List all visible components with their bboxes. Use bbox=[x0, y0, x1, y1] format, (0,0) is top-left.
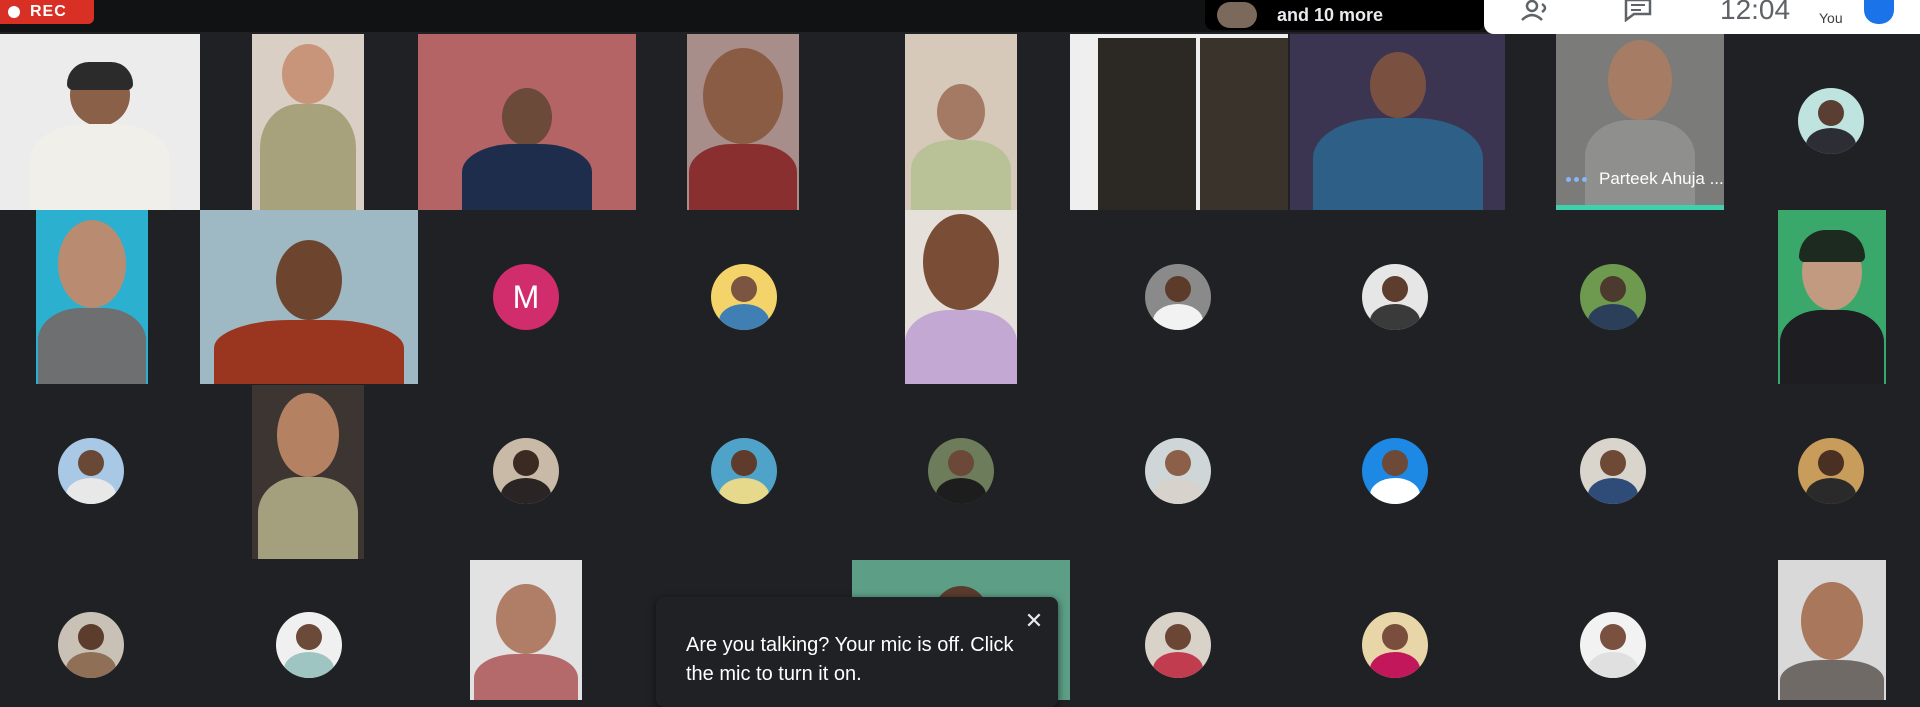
bookshelf bbox=[1098, 38, 1196, 210]
participant-video-tile[interactable] bbox=[1778, 210, 1886, 384]
participant-avatar[interactable] bbox=[58, 438, 124, 504]
bookshelf bbox=[1200, 38, 1288, 210]
participant-name: Parteek Ahuja ... bbox=[1599, 169, 1724, 188]
participant-avatar[interactable] bbox=[1145, 264, 1211, 330]
participant-video-tile[interactable] bbox=[36, 210, 148, 384]
participant-video bbox=[472, 584, 580, 700]
participant-avatar[interactable] bbox=[276, 612, 342, 678]
participant-video-tile[interactable] bbox=[687, 34, 799, 210]
participant-video bbox=[905, 214, 1017, 384]
participant-video bbox=[1312, 52, 1483, 210]
participant-video-tile[interactable]: Parteek Ahuja ... bbox=[1556, 34, 1724, 210]
participant-avatar[interactable] bbox=[1362, 612, 1428, 678]
participant-video-tile[interactable] bbox=[470, 560, 582, 700]
avatar bbox=[1217, 2, 1257, 28]
speaking-indicator-bar bbox=[1556, 205, 1724, 210]
participant-avatar[interactable] bbox=[1798, 88, 1864, 154]
participant-avatar[interactable] bbox=[1145, 612, 1211, 678]
recording-dot-icon bbox=[8, 6, 20, 18]
people-icon[interactable] bbox=[1518, 0, 1552, 22]
participant-avatar[interactable] bbox=[711, 264, 777, 330]
participant-avatar[interactable] bbox=[1362, 264, 1428, 330]
mic-off-notification: ✕ Are you talking? Your mic is off. Clic… bbox=[656, 597, 1058, 707]
participant-video bbox=[254, 393, 362, 559]
recording-badge: REC bbox=[0, 0, 94, 24]
participant-video-tile[interactable] bbox=[1778, 560, 1886, 700]
participant-video bbox=[258, 44, 358, 210]
participant-avatar[interactable] bbox=[928, 438, 994, 504]
participant-avatar[interactable] bbox=[711, 438, 777, 504]
participant-avatar[interactable] bbox=[1580, 612, 1646, 678]
participant-name-label: Parteek Ahuja ... bbox=[1556, 164, 1724, 194]
meeting-controls-panel: 12:04 You bbox=[1484, 0, 1920, 34]
participant-avatar[interactable] bbox=[1580, 438, 1646, 504]
participant-video bbox=[1780, 582, 1884, 700]
participant-video-tile[interactable] bbox=[905, 34, 1017, 210]
self-label: You bbox=[1819, 10, 1843, 26]
participant-video bbox=[25, 62, 175, 210]
close-icon[interactable]: ✕ bbox=[1022, 609, 1046, 633]
chat-icon[interactable] bbox=[1622, 0, 1656, 23]
participant-video bbox=[907, 84, 1015, 210]
participants-chip[interactable]: and 10 more bbox=[1205, 0, 1485, 30]
participant-video-tile[interactable] bbox=[252, 385, 364, 559]
participant-avatar[interactable] bbox=[1798, 438, 1864, 504]
participant-video-tile[interactable] bbox=[905, 210, 1017, 384]
participant-video bbox=[38, 220, 146, 384]
participant-video bbox=[457, 88, 597, 210]
participants-more-label: and 10 more bbox=[1277, 4, 1384, 25]
participant-video-tile[interactable] bbox=[200, 210, 418, 384]
participant-letter-avatar[interactable]: M bbox=[493, 264, 559, 330]
recording-label: REC bbox=[30, 3, 67, 20]
participant-video-tile[interactable] bbox=[252, 34, 364, 210]
participant-video-tile[interactable] bbox=[418, 34, 636, 210]
participant-avatar[interactable] bbox=[58, 612, 124, 678]
participant-video-tile[interactable] bbox=[0, 34, 200, 210]
participant-video bbox=[1780, 230, 1884, 384]
participant-video-tile[interactable] bbox=[1290, 34, 1505, 210]
participant-avatar[interactable] bbox=[493, 438, 559, 504]
speaking-indicator-icon bbox=[1566, 176, 1587, 182]
notification-message: Are you talking? Your mic is off. Click … bbox=[686, 634, 1014, 685]
participant-avatar[interactable] bbox=[1145, 438, 1211, 504]
clock-time: 12:04 bbox=[1720, 0, 1791, 25]
participant-avatar[interactable] bbox=[1580, 264, 1646, 330]
participant-video-tile[interactable] bbox=[1070, 34, 1288, 210]
participant-video bbox=[689, 48, 797, 210]
self-avatar[interactable] bbox=[1864, 0, 1894, 24]
participant-avatar[interactable] bbox=[1362, 438, 1428, 504]
participant-video bbox=[214, 240, 404, 384]
